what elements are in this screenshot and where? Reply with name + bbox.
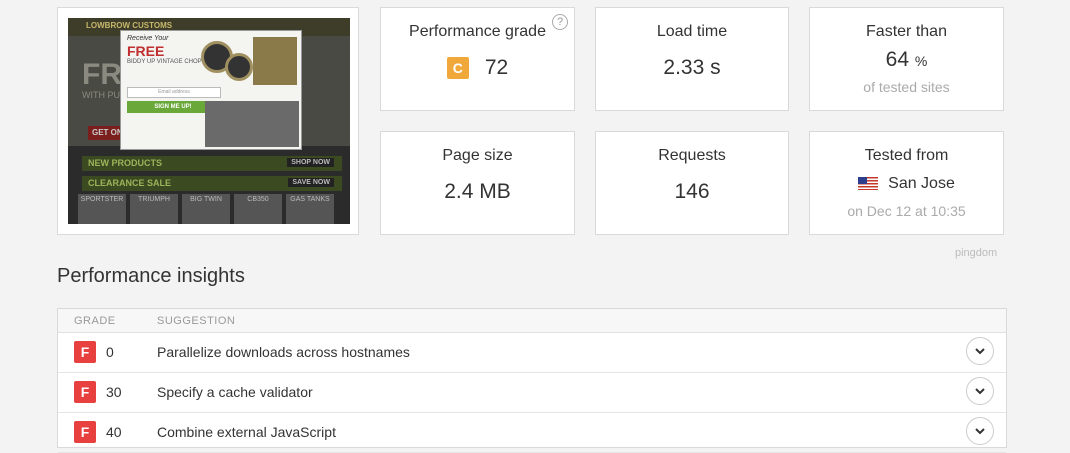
chevron-down-icon[interactable] bbox=[966, 417, 994, 445]
dvd-cover-image bbox=[253, 37, 297, 85]
chevron-down-icon[interactable] bbox=[966, 337, 994, 365]
requests-card: Requests 146 bbox=[595, 131, 789, 235]
screenshot-bar-clearance: CLEARANCE SALE SAVE NOW bbox=[82, 176, 342, 191]
screenshot-thumb: CB350 bbox=[234, 194, 282, 224]
motorcycle-image bbox=[205, 101, 299, 147]
table-row[interactable]: F 40 Combine external JavaScript bbox=[58, 412, 1006, 453]
grade-badge: F bbox=[74, 381, 96, 403]
suggestion: Combine external JavaScript bbox=[157, 424, 336, 440]
table-row[interactable]: F 30 Specify a cache validator bbox=[58, 372, 1006, 413]
requests-value: 146 bbox=[674, 180, 710, 203]
page-size-value: 2.4 MB bbox=[444, 180, 511, 203]
grade-badge: C bbox=[446, 57, 469, 80]
grade-badge: F bbox=[74, 341, 96, 363]
load-time-title: Load time bbox=[656, 23, 728, 40]
screenshot-thumb: GAS TANKS bbox=[286, 194, 334, 224]
dvd-disc-icon bbox=[225, 53, 253, 81]
score: 40 bbox=[106, 424, 122, 440]
grade-badge: F bbox=[74, 421, 96, 443]
tested-from-title: Tested from bbox=[864, 147, 949, 164]
load-time-card: Load time 2.33 s bbox=[595, 7, 789, 111]
tested-from-card: Tested from San Jose on Dec 12 at 10:35 bbox=[809, 131, 1004, 235]
insights-table: GRADE SUGGESTION F 0 Parallelize downloa… bbox=[57, 308, 1007, 453]
performance-insights-title: Performance insights bbox=[57, 265, 245, 287]
faster-than-sub: of tested sites bbox=[863, 79, 950, 95]
load-time-value: 2.33 s bbox=[663, 56, 721, 79]
score: 0 bbox=[106, 344, 114, 360]
requests-title: Requests bbox=[658, 147, 726, 164]
screenshot-bar-new: NEW PRODUCTS SHOP NOW bbox=[82, 156, 342, 171]
suggestion: Specify a cache validator bbox=[157, 384, 313, 400]
grade-column-header: GRADE bbox=[74, 315, 116, 327]
page-size-title: Page size bbox=[442, 147, 513, 164]
screenshot-thumb: BIG TWIN bbox=[182, 194, 230, 224]
chevron-down-icon[interactable] bbox=[966, 377, 994, 405]
site-screenshot: LOWBROW CUSTOMS FREE WITH PURCHASE GAS T… bbox=[68, 18, 350, 224]
screenshot-thumb: TRIUMPH bbox=[130, 194, 178, 224]
site-screenshot-card: LOWBROW CUSTOMS FREE WITH PURCHASE GAS T… bbox=[57, 7, 359, 235]
score: 30 bbox=[106, 384, 122, 400]
screenshot-thumbs: SPORTSTER TRIUMPH BIG TWIN CB350 GAS TAN… bbox=[78, 194, 348, 224]
screenshot-popup: Receive Your FREE BIDDY UP VINTAGE CHOPP… bbox=[120, 30, 302, 150]
performance-grade-card: ? Performance grade C 72 bbox=[380, 7, 575, 111]
faster-than-title: Faster than bbox=[866, 23, 947, 40]
performance-grade-title: Performance grade bbox=[409, 23, 546, 40]
page-size-card: Page size 2.4 MB bbox=[380, 131, 575, 235]
insights-table-header: GRADE SUGGESTION bbox=[58, 309, 1006, 333]
performance-grade-value: C 72 bbox=[381, 56, 574, 80]
us-flag-icon bbox=[858, 177, 879, 191]
table-row[interactable]: F 0 Parallelize downloads across hostnam… bbox=[58, 332, 1006, 373]
screenshot-thumb: SPORTSTER bbox=[78, 194, 126, 224]
screenshot-logo-text: LOWBROW CUSTOMS bbox=[86, 21, 173, 30]
suggestion-column-header: SUGGESTION bbox=[157, 315, 236, 327]
tested-from-date: on Dec 12 at 10:35 bbox=[847, 203, 966, 219]
suggestion: Parallelize downloads across hostnames bbox=[157, 344, 410, 360]
tested-from-location: San Jose bbox=[810, 175, 1003, 193]
faster-than-value: 64 % bbox=[885, 48, 928, 71]
percent-unit: % bbox=[914, 53, 928, 69]
pingdom-logo: pingdom bbox=[955, 247, 998, 259]
faster-than-card: Faster than 64 % of tested sites bbox=[809, 7, 1004, 111]
